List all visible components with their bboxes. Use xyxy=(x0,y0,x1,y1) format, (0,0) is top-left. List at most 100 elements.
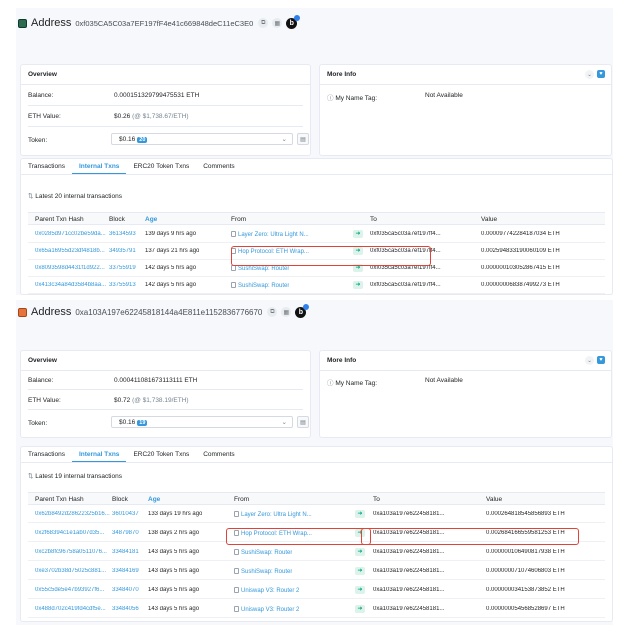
age: 133 days 19 hrs ago xyxy=(148,511,203,517)
arrow-right-icon: ➜ xyxy=(355,567,365,575)
contract-icon xyxy=(234,549,239,555)
arrow-right-icon: ➜ xyxy=(353,281,363,289)
block-link[interactable]: 33484056 xyxy=(112,606,139,612)
block-link[interactable]: 34935791 xyxy=(109,248,136,254)
token-count-badge: 20 xyxy=(137,137,148,143)
age: 137 days 21 hrs ago xyxy=(145,248,200,254)
column-header-value: Value xyxy=(481,216,498,223)
transactions-card: Transactions Internal Txns ERC20 Token T… xyxy=(20,446,613,622)
address-panel-bottom: Address 0xa103A197e62245818144a4E811e115… xyxy=(16,300,613,625)
age: 138 days 2 hrs ago xyxy=(148,530,200,536)
block-link[interactable]: 36134593 xyxy=(109,231,136,237)
age: 143 days 5 hrs ago xyxy=(148,587,200,593)
qr-code-icon[interactable]: ▦ xyxy=(272,18,283,28)
transactions-card: Transactions Internal Txns ERC20 Token T… xyxy=(20,158,613,295)
txn-hash-link[interactable]: 0xe3702b38d75025c881... xyxy=(35,568,110,574)
token-label: Token: xyxy=(28,137,48,144)
value: 0.000264818545856893 ETH xyxy=(486,511,565,517)
txn-hash-link[interactable]: 0x8093598d4431f1d922... xyxy=(35,265,107,271)
block-link[interactable]: 33484070 xyxy=(112,587,139,593)
from-link[interactable]: SushiSwap: Router xyxy=(241,569,292,575)
txn-hash-link[interactable]: 0x55c5de5e47b93927f6... xyxy=(35,587,110,593)
tab-transactions[interactable]: Transactions xyxy=(21,447,72,462)
block-link[interactable]: 33755919 xyxy=(109,265,136,271)
from-link[interactable]: Hop Protocol: ETH Wrap... xyxy=(238,249,309,255)
column-header-age[interactable]: Age xyxy=(148,496,160,503)
txn-hash-link[interactable]: 0x488d702c419fd4cdf5e... xyxy=(35,606,110,612)
column-header-to: To xyxy=(370,216,377,223)
txn-hash-link[interactable]: 0x62b8492d28622325b16... xyxy=(35,511,110,517)
block-link[interactable]: 33755913 xyxy=(109,282,136,288)
token-dropdown[interactable]: $0.16 19 ⌄ xyxy=(111,416,293,428)
tab-internal-txns[interactable]: Internal Txns xyxy=(71,159,127,174)
address-panel-top: Address 0xf035CA5C03a7EF197fF4e41c669848… xyxy=(16,8,613,295)
heart-icon[interactable]: ♥ xyxy=(597,70,605,78)
balance-value: 0.000151329799475531 ETH xyxy=(114,92,200,99)
tab-internal-txns[interactable]: Internal Txns xyxy=(71,447,127,462)
to-address: 0xa103a197e622458181... xyxy=(373,587,445,593)
question-icon: ⓘ xyxy=(327,95,334,102)
from-address: Layer Zero: Ultra Light N... xyxy=(234,511,312,518)
chevron-down-icon[interactable]: ⌄ xyxy=(585,70,594,79)
divider xyxy=(21,370,310,371)
to-address: 0xf035ca5c03a7ef197ff4... xyxy=(370,231,441,237)
token-holdings-button[interactable]: ▤ xyxy=(297,133,309,145)
contract-icon xyxy=(231,265,236,271)
chevron-down-icon: ⌄ xyxy=(281,419,287,426)
from-link[interactable]: Uniswap V3: Router 2 xyxy=(241,607,299,613)
divider xyxy=(320,370,611,371)
more-info-title: More Info xyxy=(327,71,357,78)
column-header-age[interactable]: Age xyxy=(145,216,157,223)
token-dropdown[interactable]: $0.16 20 ⌄ xyxy=(111,133,293,145)
column-header-to: To xyxy=(373,496,380,503)
from-address: SushiSwap: Router xyxy=(234,549,292,556)
latest-count-text: Latest 19 internal transactions xyxy=(35,473,122,480)
name-tag-value: Not Available xyxy=(425,92,463,99)
eth-value-amount: $0.72 xyxy=(114,397,131,404)
block-link[interactable]: 36010437 xyxy=(112,511,139,517)
chevron-down-icon[interactable]: ⌄ xyxy=(585,356,594,365)
txn-hash-link[interactable]: 0xc2b8fc96758a0511076... xyxy=(35,549,110,555)
from-link[interactable]: Uniswap V3: Router 2 xyxy=(241,588,299,594)
blockscan-chat-icon[interactable]: b xyxy=(286,14,301,29)
blockscan-chat-icon[interactable]: b xyxy=(295,303,310,318)
name-tag-label-text: My Name Tag: xyxy=(335,95,378,102)
contract-icon xyxy=(234,530,239,536)
name-tag-label-text: My Name Tag: xyxy=(335,380,378,387)
block-link[interactable]: 33484169 xyxy=(112,568,139,574)
block-link[interactable]: 34879870 xyxy=(112,530,139,536)
tab-comments[interactable]: Comments xyxy=(196,159,241,174)
tab-comments[interactable]: Comments xyxy=(196,447,241,462)
tab-erc20-token-txns[interactable]: ERC20 Token Txns xyxy=(126,447,196,462)
from-link[interactable]: Hop Protocol: ETH Wrap... xyxy=(241,531,312,537)
txn-hash-link[interactable]: 0x0285d971cc02be59da... xyxy=(35,231,107,237)
txn-hash-link[interactable]: 0x2f68394c1e1ab07d35... xyxy=(35,530,110,536)
table-header: Parent Txn Hash Block Age From To Value xyxy=(28,492,605,505)
copy-icon[interactable]: ⧉ xyxy=(267,307,278,317)
token-holdings-button[interactable]: ▤ xyxy=(297,416,309,428)
tab-erc20-token-txns[interactable]: ERC20 Token Txns xyxy=(126,159,196,174)
block-link[interactable]: 33484181 xyxy=(112,549,139,555)
qr-code-icon[interactable]: ▦ xyxy=(281,307,292,317)
contract-icon xyxy=(234,511,239,517)
contract-icon xyxy=(231,248,236,254)
heart-icon[interactable]: ♥ xyxy=(597,356,605,364)
from-link[interactable]: Layer Zero: Ultra Light N... xyxy=(241,512,312,518)
value: 0.002684166559581253 ETH xyxy=(486,530,565,536)
copy-icon[interactable]: ⧉ xyxy=(258,18,269,28)
from-link[interactable]: SushiSwap: Router xyxy=(241,550,292,556)
name-tag-label: ⓘ My Name Tag: xyxy=(327,92,377,102)
tab-transactions[interactable]: Transactions xyxy=(21,159,72,174)
from-link[interactable]: Layer Zero: Ultra Light N... xyxy=(238,232,309,238)
arrow-right-icon: ➜ xyxy=(355,548,365,556)
from-link[interactable]: SushiSwap: Router xyxy=(238,266,289,272)
balance-label: Balance: xyxy=(28,377,54,384)
value: 0.000097742284187034 ETH xyxy=(481,231,560,237)
chevron-down-icon: ⌄ xyxy=(281,136,287,143)
txn-hash-link[interactable]: 0x413c34a84d3584b8aa... xyxy=(35,282,107,288)
txn-hash-link[interactable]: 0x65a16955d23df4818b... xyxy=(35,248,107,254)
more-info-card: More Info ⌄ ♥ ⓘ My Name Tag: Not Availab… xyxy=(319,64,612,156)
from-link[interactable]: SushiSwap: Router xyxy=(238,283,289,289)
divider xyxy=(28,389,303,390)
from-address: Layer Zero: Ultra Light N... xyxy=(231,231,309,238)
